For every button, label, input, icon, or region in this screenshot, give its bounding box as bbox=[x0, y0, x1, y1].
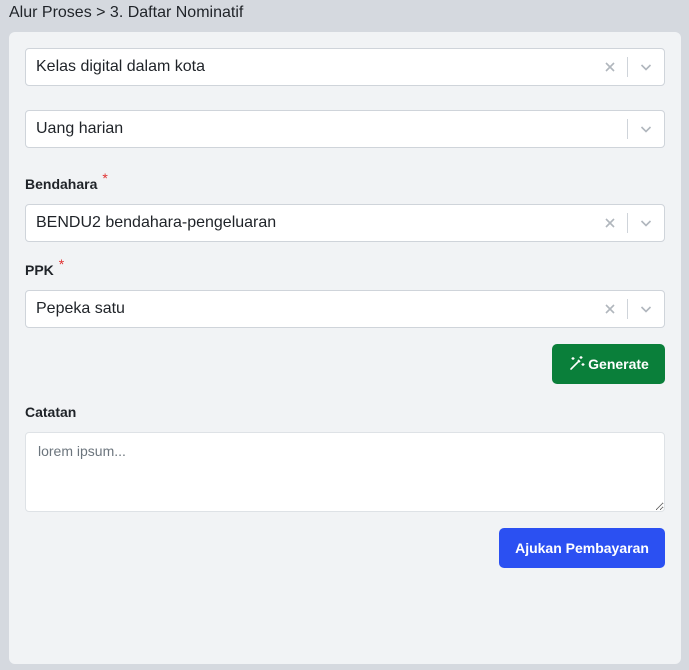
bendahara-select[interactable]: BENDU2 bendahara-pengeluaran bbox=[25, 204, 665, 242]
generate-button-label: Generate bbox=[588, 356, 649, 372]
chevron-down-icon[interactable] bbox=[638, 121, 654, 137]
ppk-select-value: Pepeka satu bbox=[36, 300, 125, 317]
form-card: Kelas digital dalam kota Uang harian Ben… bbox=[9, 32, 681, 664]
jenis-select[interactable]: Uang harian bbox=[25, 110, 665, 148]
breadcrumb: Alur Proses > 3. Daftar Nominatif bbox=[9, 4, 244, 21]
kelas-select-value: Kelas digital dalam kota bbox=[36, 58, 205, 75]
required-marker: * bbox=[58, 256, 65, 272]
magic-wand-icon bbox=[568, 354, 586, 375]
select-separator bbox=[627, 57, 628, 77]
select-separator bbox=[627, 299, 628, 319]
select-separator bbox=[627, 119, 628, 139]
chevron-down-icon[interactable] bbox=[638, 59, 654, 75]
bendahara-label-text: Bendahara bbox=[25, 176, 98, 192]
catatan-label: Catatan bbox=[25, 404, 77, 420]
ppk-label: PPK * bbox=[25, 256, 64, 278]
bendahara-label: Bendahara * bbox=[25, 170, 108, 192]
ajukan-pembayaran-button[interactable]: Ajukan Pembayaran bbox=[499, 528, 665, 568]
ppk-label-text: PPK bbox=[25, 262, 54, 278]
catatan-textarea[interactable] bbox=[25, 432, 665, 512]
chevron-down-icon[interactable] bbox=[638, 301, 654, 317]
bendahara-select-value: BENDU2 bendahara-pengeluaran bbox=[36, 214, 277, 231]
close-icon[interactable] bbox=[602, 59, 618, 75]
close-icon[interactable] bbox=[602, 301, 618, 317]
ppk-select[interactable]: Pepeka satu bbox=[25, 290, 665, 328]
generate-button[interactable]: Generate bbox=[552, 344, 665, 384]
required-marker: * bbox=[102, 170, 108, 186]
close-icon[interactable] bbox=[602, 215, 618, 231]
jenis-select-value: Uang harian bbox=[36, 120, 124, 137]
select-separator bbox=[627, 213, 628, 233]
chevron-down-icon[interactable] bbox=[638, 215, 654, 231]
kelas-select[interactable]: Kelas digital dalam kota bbox=[25, 48, 665, 86]
